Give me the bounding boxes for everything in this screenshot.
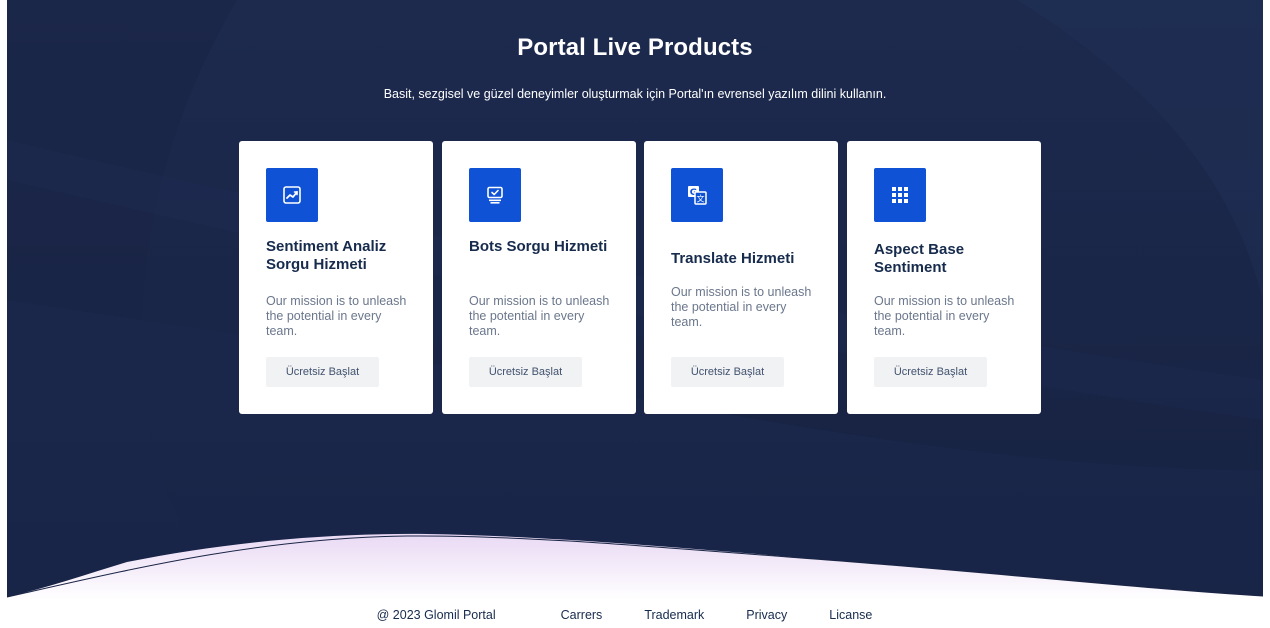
start-free-button[interactable]: Ücretsiz Başlat (671, 357, 784, 387)
svg-text:文: 文 (697, 194, 705, 204)
grid-icon (874, 168, 926, 222)
product-card-bots-sorgu: Bots Sorgu Hizmeti Our mission is to unl… (442, 141, 636, 414)
footer-link-privacy[interactable]: Privacy (746, 608, 787, 622)
footer-link-trademark[interactable]: Trademark (644, 608, 704, 622)
product-title: Sentiment Analiz Sorgu Hizmeti (266, 238, 387, 273)
product-card-sentiment-analiz: Sentiment Analiz Sorgu Hizmeti Our missi… (239, 141, 433, 414)
footer-copyright: @ 2023 Glomil Portal (376, 608, 496, 622)
page: Portal Live Products Basit, sezgisel ve … (0, 0, 1270, 628)
page-subtitle: Basit, sezgisel ve güzel deneyimler oluş… (383, 87, 887, 101)
product-description: Our mission is to unleash the potential … (469, 294, 610, 338)
start-free-button[interactable]: Ücretsiz Başlat (874, 357, 987, 387)
page-title: Portal Live Products (517, 34, 753, 61)
footer: @ 2023 Glomil Portal Carrers Trademark P… (0, 604, 1270, 626)
product-card-aspect-base: Aspect Base Sentiment Our mission is to … (847, 141, 1041, 414)
translate-icon: G 文 (671, 168, 723, 222)
line-chart-icon (266, 168, 318, 222)
product-title: Bots Sorgu Hizmeti (469, 238, 608, 255)
product-description: Our mission is to unleash the potential … (266, 294, 407, 338)
footer-link-licanse[interactable]: Licanse (829, 608, 872, 622)
product-description: Our mission is to unleash the potential … (671, 285, 812, 329)
start-free-button[interactable]: Ücretsiz Başlat (469, 357, 582, 387)
product-title: Translate Hizmeti (671, 250, 795, 267)
start-free-button[interactable]: Ücretsiz Başlat (266, 357, 379, 387)
product-title: Aspect Base Sentiment (874, 241, 965, 276)
product-description: Our mission is to unleash the potential … (874, 294, 1015, 338)
product-card-translate: G 文 Translate Hizmeti Our mission is to … (644, 141, 838, 414)
footer-link-carrers[interactable]: Carrers (561, 608, 603, 622)
monitor-check-icon (469, 168, 521, 222)
